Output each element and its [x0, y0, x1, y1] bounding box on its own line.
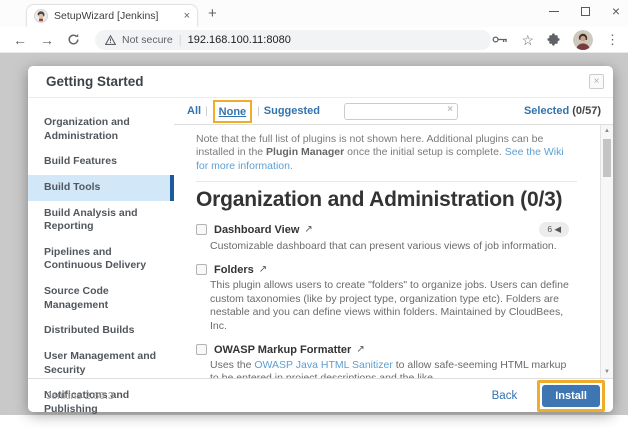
password-key-icon[interactable] [492, 35, 508, 44]
tab-strip: SetupWizard [Jenkins] × + × [0, 0, 628, 27]
filter-separator: | [257, 105, 260, 117]
profile-avatar[interactable] [573, 29, 593, 50]
extensions-puzzle-icon[interactable] [547, 33, 560, 46]
plugin-item-owasp-markup-formatter: OWASP Markup Formatter ↗ Uses the OWASP … [196, 344, 577, 378]
reload-icon[interactable] [67, 33, 80, 46]
forward-icon[interactable]: → [40, 33, 54, 47]
checkbox-dashboard-view[interactable] [196, 224, 207, 236]
plugin-description: Uses the OWASP Java HTML Sanitizer to al… [210, 359, 577, 378]
description-text: Uses the [210, 358, 255, 371]
annotation-box-install: Install [537, 379, 605, 412]
checkbox-owasp-markup-formatter[interactable] [196, 344, 207, 356]
install-button[interactable]: Install [542, 384, 600, 407]
selected-link[interactable]: Selected [524, 105, 569, 117]
plugin-item-folders: Folders ↗ This plugin allows users to cr… [196, 264, 577, 334]
scrollbar-thumb[interactable] [603, 139, 611, 177]
sidebar-item-build-tools[interactable]: Build Tools [28, 174, 174, 201]
plugin-description: Customizable dashboard that can present … [210, 240, 557, 253]
select-all-link[interactable]: All [187, 105, 201, 117]
browser-window: SetupWizard [Jenkins] × + × ← → Not secu… [0, 0, 628, 428]
jenkins-version-label: Jenkins 2.60.3 [46, 389, 114, 402]
getting-started-dialog: Getting Started × Organization and Admin… [28, 66, 613, 415]
checkbox-folders[interactable] [196, 264, 207, 276]
select-none-link[interactable]: None [219, 106, 247, 118]
filter-bar: All | None | Suggested × Selected (0/57) [174, 98, 613, 125]
plugin-name[interactable]: Folders [214, 264, 254, 276]
sidebar-item-organization-and-administration[interactable]: Organization and Administration [28, 110, 174, 149]
address-bar[interactable]: Not secure | 192.168.100.11:8080 [95, 29, 491, 50]
bookmark-star-icon[interactable]: ☆ [521, 33, 534, 47]
owasp-sanitizer-link[interactable]: OWASP Java HTML Sanitizer [254, 359, 392, 371]
tab-close-icon[interactable]: × [184, 10, 190, 22]
dialog-close-icon[interactable]: × [589, 74, 604, 89]
content-scrollbar[interactable]: ▲ ▼ [600, 125, 613, 378]
sidebar-item-build-features[interactable]: Build Features [28, 149, 174, 175]
dialog-title: Getting Started [46, 74, 144, 89]
window-close-button[interactable]: × [612, 4, 620, 18]
back-icon[interactable]: ← [13, 33, 27, 47]
sidebar-item-source-code-management[interactable]: Source Code Management [28, 279, 174, 318]
page-backdrop: Getting Started × Organization and Admin… [0, 53, 628, 415]
filter-separator: | [205, 105, 208, 117]
browser-tab[interactable]: SetupWizard [Jenkins] × [26, 4, 198, 27]
jenkins-favicon-icon [34, 8, 48, 23]
not-secure-label[interactable]: Not secure [122, 34, 173, 46]
scrollbar-up-icon[interactable]: ▲ [601, 128, 613, 134]
sidebar-item-distributed-builds[interactable]: Distributed Builds [28, 318, 174, 344]
browser-menu-icon[interactable]: ⋮ [606, 33, 619, 46]
scrollbar-down-icon[interactable]: ▼ [601, 369, 613, 375]
plugin-note: Note that the full list of plugins is no… [196, 133, 577, 183]
annotation-box-none: None [212, 99, 253, 123]
search-clear-icon[interactable]: × [447, 104, 453, 115]
sidebar-item-pipelines-and-continuous-delivery[interactable]: Pipelines and Continuous Delivery [28, 240, 174, 279]
plugin-list: Note that the full list of plugins is no… [174, 125, 613, 378]
browser-toolbar: ← → Not secure | 192.168.100.11:8080 ☆ ⋮ [0, 27, 628, 53]
sidebar-item-build-analysis-and-reporting[interactable]: Build Analysis and Reporting [28, 201, 174, 240]
plugin-description: This plugin allows users to create "fold… [210, 278, 569, 332]
plugin-name[interactable]: Dashboard View [214, 224, 299, 236]
url-text[interactable]: 192.168.100.11:8080 [188, 34, 291, 46]
section-title-organization: Organization and Administration (0/3) [196, 188, 563, 212]
plugin-manager-label: Plugin Manager [266, 146, 345, 159]
selected-count: (0/57) [572, 105, 601, 117]
select-suggested-link[interactable]: Suggested [264, 105, 320, 117]
plugin-search-input[interactable] [344, 103, 459, 121]
dialog-footer: Jenkins 2.60.3 Back Install [28, 378, 613, 412]
plugin-name[interactable]: OWASP Markup Formatter [214, 344, 351, 356]
window-maximize-button[interactable] [580, 6, 590, 16]
back-button[interactable]: Back [492, 390, 518, 402]
external-link-icon[interactable]: ↗ [259, 264, 267, 275]
category-sidebar: Organization and Administration Build Fe… [28, 98, 174, 415]
window-minimize-button[interactable] [548, 10, 559, 12]
external-link-icon[interactable]: ↗ [304, 224, 312, 235]
dialog-header: Getting Started × [28, 66, 613, 98]
warning-icon [105, 34, 116, 45]
plugin-item-dashboard-view: Dashboard View ↗ 6 ◀ Customizable dashbo… [196, 222, 577, 254]
match-count-badge: 6 ◀ [539, 222, 569, 238]
omnibox-separator: | [178, 33, 182, 46]
note-text: once the initial setup is complete. [344, 146, 505, 159]
new-tab-button[interactable]: + [208, 5, 217, 22]
external-link-icon[interactable]: ↗ [356, 344, 364, 355]
tab-title: SetupWizard [Jenkins] [54, 9, 159, 22]
